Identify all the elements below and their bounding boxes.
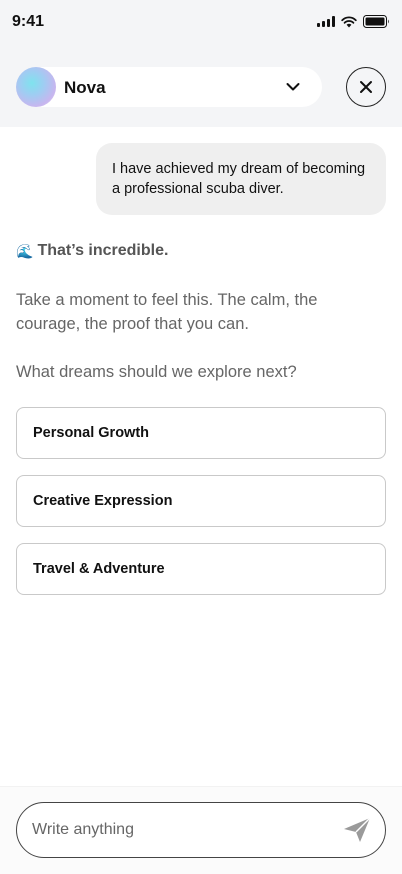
status-bar: 9:41 — [0, 0, 402, 46]
option-creative-expression[interactable]: Creative Expression — [16, 475, 386, 527]
send-icon[interactable] — [343, 817, 371, 843]
status-time: 9:41 — [12, 13, 45, 30]
reply-body: Take a moment to feel this. The calm, th… — [16, 291, 318, 333]
reply-title: 🌊 That’s incredible. — [16, 242, 168, 260]
chevron-down-icon[interactable] — [286, 80, 300, 94]
assistant-selector[interactable]: Nova — [16, 67, 322, 107]
close-icon — [360, 81, 372, 93]
wave-icon: 🌊 — [16, 242, 34, 259]
composer — [16, 802, 386, 858]
option-personal-growth[interactable]: Personal Growth — [16, 407, 386, 459]
cellular-signal-icon — [317, 16, 335, 27]
battery-icon — [363, 15, 389, 28]
reply-title-text: That’s incredible. — [37, 242, 169, 259]
status-icons — [317, 15, 390, 28]
wifi-icon — [341, 15, 357, 27]
reply-question: What dreams should we explore next? — [16, 363, 297, 381]
top-area: 9:41 Nova — [0, 0, 402, 127]
option-travel-adventure[interactable]: Travel & Adventure — [16, 543, 386, 595]
user-message-bubble: I have achieved my dream of becoming a p… — [96, 143, 386, 215]
assistant-name: Nova — [64, 78, 106, 97]
close-button[interactable] — [346, 67, 386, 107]
avatar — [16, 67, 56, 107]
message-input[interactable] — [32, 803, 332, 857]
